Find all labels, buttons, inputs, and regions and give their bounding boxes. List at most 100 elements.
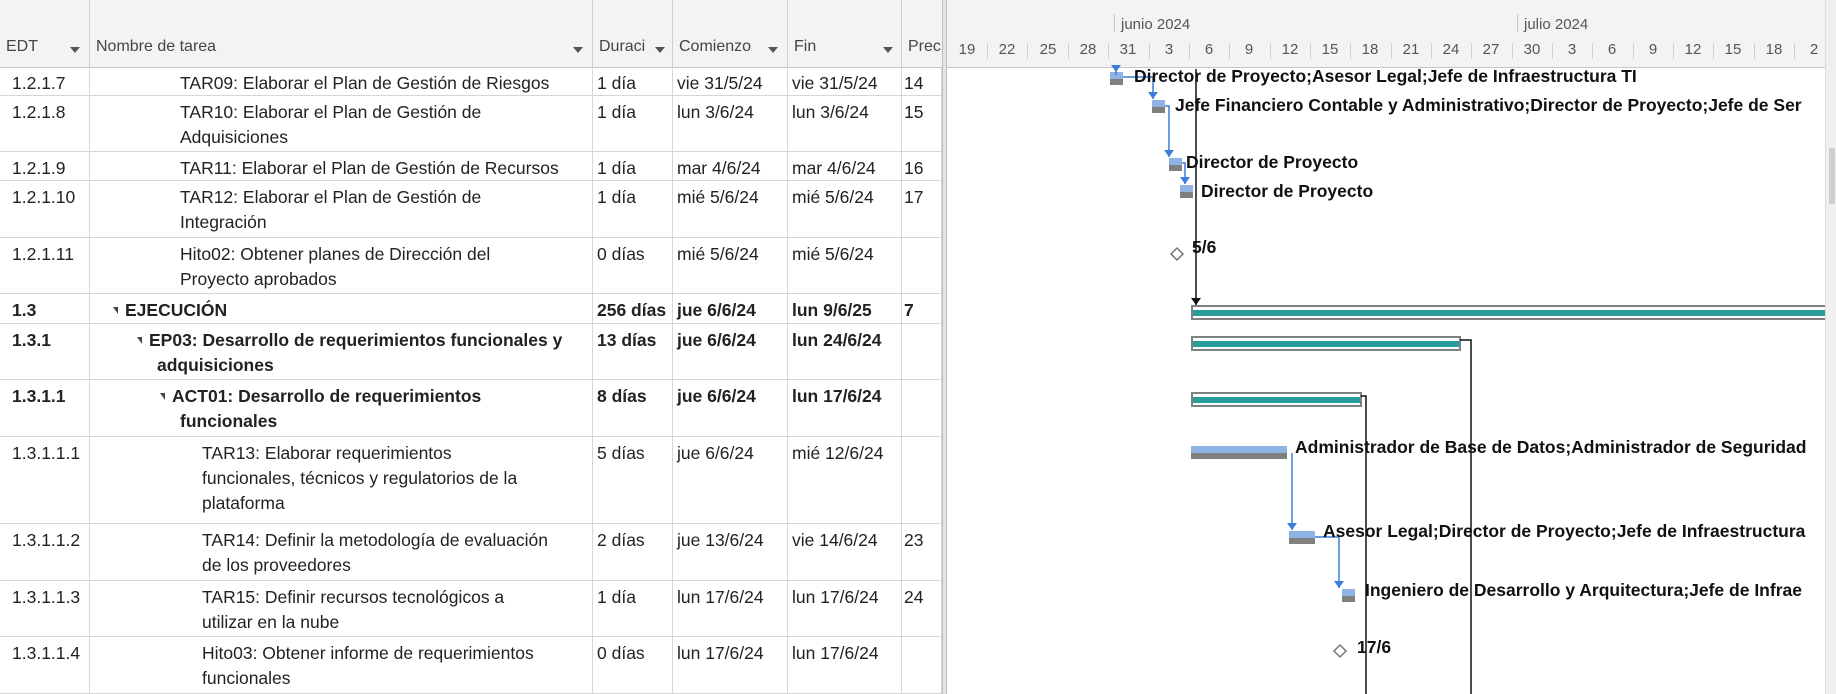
cell-pred[interactable]: 17 bbox=[902, 181, 942, 237]
task-name-cell[interactable]: TAR15: Definir recursos tecnológicos a ut… bbox=[90, 581, 593, 636]
cell-dur[interactable]: 1 día bbox=[593, 67, 673, 95]
cell-end[interactable]: vie 14/6/24 bbox=[788, 524, 902, 580]
cell-end[interactable]: mar 4/6/24 bbox=[788, 152, 902, 180]
cell-pred[interactable]: 14 bbox=[902, 67, 942, 95]
cell-start[interactable]: lun 3/6/24 bbox=[673, 96, 788, 151]
cell-dur[interactable]: 2 días bbox=[593, 524, 673, 580]
cell-edt[interactable]: 1.3.1.1.2 bbox=[0, 524, 90, 580]
table-row[interactable]: 1.2.1.7 TAR09: Elaborar el Plan de Gestió… bbox=[0, 67, 942, 96]
cell-pred[interactable]: 16 bbox=[902, 152, 942, 180]
baseline-bar[interactable] bbox=[1152, 107, 1165, 113]
filter-dropdown-icon[interactable] bbox=[573, 47, 583, 53]
task-name-cell[interactable]: EJECUCIÓN bbox=[90, 294, 593, 323]
cell-end[interactable]: lun 9/6/25 bbox=[788, 294, 902, 323]
table-row[interactable]: 1.3.1 EP03: Desarrollo de requerimientos … bbox=[0, 324, 942, 380]
cell-start[interactable]: jue 6/6/24 bbox=[673, 324, 788, 379]
task-bar-tar10[interactable] bbox=[1152, 100, 1165, 107]
cell-pred[interactable] bbox=[902, 437, 942, 523]
filter-dropdown-icon[interactable] bbox=[768, 47, 778, 53]
cell-dur[interactable]: 1 día bbox=[593, 581, 673, 636]
cell-dur[interactable]: 0 días bbox=[593, 238, 673, 293]
cell-edt[interactable]: 1.2.1.9 bbox=[0, 152, 90, 180]
table-row[interactable]: 1.2.1.10 TAR12: Elaborar el Plan de Gesti… bbox=[0, 181, 942, 238]
scrollbar-thumb[interactable] bbox=[1829, 148, 1835, 204]
baseline-bar[interactable] bbox=[1169, 165, 1182, 171]
column-header-comienzo[interactable]: Comienzo bbox=[673, 0, 788, 67]
cell-edt[interactable]: 1.3.1.1.1 bbox=[0, 437, 90, 523]
column-header-duracion[interactable]: Duraci bbox=[593, 0, 673, 67]
collapse-triangle-icon[interactable] bbox=[113, 307, 118, 314]
table-row[interactable]: 1.3.1.1 ACT01: Desarrollo de requerimient… bbox=[0, 380, 942, 437]
baseline-bar[interactable] bbox=[1342, 596, 1355, 602]
vertical-scrollbar[interactable] bbox=[1825, 0, 1836, 694]
baseline-bar[interactable] bbox=[1289, 538, 1315, 544]
task-bar-tar12[interactable] bbox=[1180, 185, 1193, 192]
cell-dur[interactable]: 13 días bbox=[593, 324, 673, 379]
cell-start[interactable]: vie 31/5/24 bbox=[673, 67, 788, 95]
baseline-bar[interactable] bbox=[1191, 453, 1287, 459]
cell-edt[interactable]: 1.2.1.7 bbox=[0, 67, 90, 95]
filter-dropdown-icon[interactable] bbox=[883, 47, 893, 53]
cell-end[interactable]: mié 5/6/24 bbox=[788, 181, 902, 237]
collapse-triangle-icon[interactable] bbox=[160, 393, 165, 400]
column-header-fin[interactable]: Fin bbox=[788, 0, 902, 67]
cell-pred[interactable] bbox=[902, 637, 942, 693]
baseline-bar[interactable] bbox=[1180, 192, 1193, 198]
cell-edt[interactable]: 1.3 bbox=[0, 294, 90, 323]
task-name-cell[interactable]: TAR12: Elaborar el Plan de Gestión de Int… bbox=[90, 181, 593, 237]
task-name-cell[interactable]: ACT01: Desarrollo de requerimientos funci… bbox=[90, 380, 593, 436]
cell-end[interactable]: lun 17/6/24 bbox=[788, 380, 902, 436]
cell-end[interactable]: vie 31/5/24 bbox=[788, 67, 902, 95]
task-name-cell[interactable]: TAR14: Definir la metodología de evaluac… bbox=[90, 524, 593, 580]
cell-dur[interactable]: 8 días bbox=[593, 380, 673, 436]
task-name-cell[interactable]: TAR11: Elaborar el Plan de Gestión de Re… bbox=[90, 152, 593, 180]
task-name-cell[interactable]: EP03: Desarrollo de requerimientos funci… bbox=[90, 324, 593, 379]
cell-dur[interactable]: 5 días bbox=[593, 437, 673, 523]
cell-pred[interactable]: 24 bbox=[902, 581, 942, 636]
cell-pred[interactable] bbox=[902, 238, 942, 293]
cell-edt[interactable]: 1.3.1 bbox=[0, 324, 90, 379]
cell-end[interactable]: mié 12/6/24 bbox=[788, 437, 902, 523]
task-bar-tar14[interactable] bbox=[1289, 531, 1315, 538]
column-header-edt[interactable]: EDT bbox=[0, 0, 90, 67]
cell-start[interactable]: jue 6/6/24 bbox=[673, 437, 788, 523]
task-name-cell[interactable]: Hito02: Obtener planes de Dirección del P… bbox=[90, 238, 593, 293]
cell-start[interactable]: lun 17/6/24 bbox=[673, 637, 788, 693]
task-bar-tar15[interactable] bbox=[1342, 589, 1355, 596]
cell-pred[interactable]: 23 bbox=[902, 524, 942, 580]
task-bar-tar11[interactable] bbox=[1169, 158, 1182, 165]
task-name-cell[interactable]: TAR13: Elaborar requerimientos funcionale… bbox=[90, 437, 593, 523]
cell-pred[interactable] bbox=[902, 380, 942, 436]
column-header-nombre[interactable]: Nombre de tarea bbox=[90, 0, 593, 67]
cell-start[interactable]: mié 5/6/24 bbox=[673, 238, 788, 293]
cell-end[interactable]: lun 24/6/24 bbox=[788, 324, 902, 379]
cell-dur[interactable]: 1 día bbox=[593, 152, 673, 180]
cell-dur[interactable]: 256 días bbox=[593, 294, 673, 323]
cell-end[interactable]: lun 3/6/24 bbox=[788, 96, 902, 151]
table-row[interactable]: 1.3.1.1.4 Hito03: Obtener informe de requ… bbox=[0, 637, 942, 694]
table-row[interactable]: 1.3.1.1.3 TAR15: Definir recursos tecnoló… bbox=[0, 581, 942, 637]
cell-start[interactable]: mar 4/6/24 bbox=[673, 152, 788, 180]
cell-pred[interactable] bbox=[902, 324, 942, 379]
table-row[interactable]: 1.3.1.1.2 TAR14: Definir la metodología d… bbox=[0, 524, 942, 581]
summary-bar-act01[interactable] bbox=[1193, 397, 1360, 403]
summary-bar-ejecucion[interactable] bbox=[1193, 310, 1835, 316]
table-row[interactable]: 1.3.1.1.1 TAR13: Elaborar requerimientos f… bbox=[0, 437, 942, 524]
table-row[interactable]: 1.2.1.11 Hito02: Obtener planes de Direcc… bbox=[0, 238, 942, 294]
table-row[interactable]: 1.2.1.8 TAR10: Elaborar el Plan de Gestió… bbox=[0, 96, 942, 152]
task-name-cell[interactable]: TAR09: Elaborar el Plan de Gestión de Ri… bbox=[90, 67, 593, 95]
milestone-hito03[interactable] bbox=[1332, 643, 1348, 659]
cell-edt[interactable]: 1.2.1.8 bbox=[0, 96, 90, 151]
cell-start[interactable]: jue 13/6/24 bbox=[673, 524, 788, 580]
cell-dur[interactable]: 0 días bbox=[593, 637, 673, 693]
cell-end[interactable]: lun 17/6/24 bbox=[788, 581, 902, 636]
table-row[interactable]: 1.2.1.9 TAR11: Elaborar el Plan de Gestió… bbox=[0, 152, 942, 181]
column-header-predecesoras[interactable]: Prec bbox=[902, 0, 942, 67]
cell-edt[interactable]: 1.2.1.10 bbox=[0, 181, 90, 237]
summary-bar-ep03[interactable] bbox=[1193, 341, 1459, 347]
cell-start[interactable]: lun 17/6/24 bbox=[673, 581, 788, 636]
filter-dropdown-icon[interactable] bbox=[655, 47, 665, 53]
milestone-hito02[interactable] bbox=[1169, 246, 1185, 262]
task-name-cell[interactable]: TAR10: Elaborar el Plan de Gestión de Adq… bbox=[90, 96, 593, 151]
cell-end[interactable]: mié 5/6/24 bbox=[788, 238, 902, 293]
